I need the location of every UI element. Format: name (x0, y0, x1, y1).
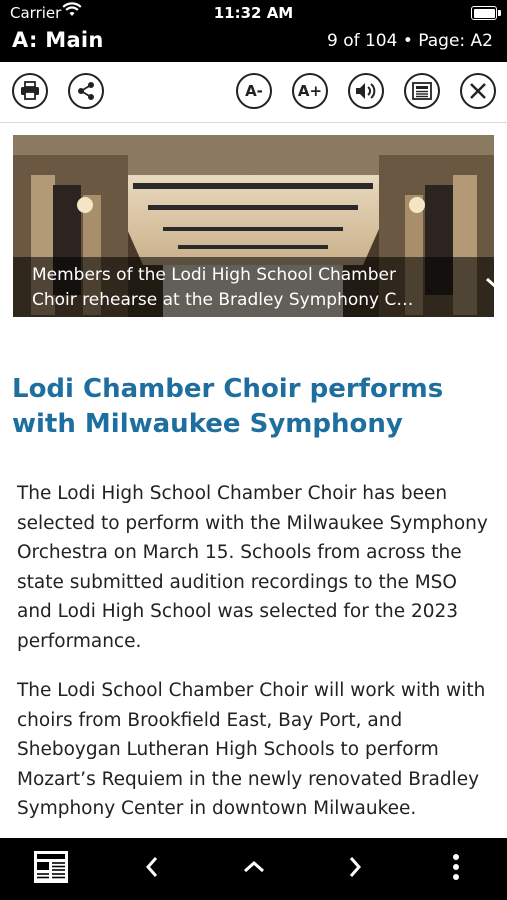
photo-caption[interactable]: Members of the Lodi High School Chamber … (13, 257, 494, 317)
page-info: 9 of 104 • Page: A2 (326, 31, 493, 51)
previous-article-button[interactable] (129, 846, 175, 892)
chevron-up-icon (242, 859, 266, 879)
article-paragraph: The Lodi High School Chamber Choir has b… (17, 483, 488, 652)
close-button[interactable] (460, 73, 496, 109)
article-toolbar: A- A+ (0, 62, 507, 123)
more-vertical-icon (452, 853, 460, 885)
font-decrease-label: A- (245, 82, 263, 100)
newspaper-icon (412, 82, 432, 100)
audio-button[interactable] (348, 73, 384, 109)
page-thumbnail-button[interactable] (28, 846, 74, 892)
printer-icon (19, 81, 41, 101)
status-bar: Carrier 11:32 AM (0, 0, 507, 26)
photo-caption-line-2: Choir rehearse at the Bradley Symphony C… (32, 290, 414, 310)
next-article-button[interactable] (332, 846, 378, 892)
font-increase-label: A+ (297, 82, 323, 100)
top-bar: Carrier 11:32 AM A: Main 9 of 104 • Page… (0, 0, 507, 62)
font-decrease-button[interactable]: A- (236, 73, 272, 109)
battery-icon (471, 6, 501, 20)
article-paragraph: The Lodi School Chamber Choir will work … (17, 680, 486, 819)
page-view-button[interactable] (404, 73, 440, 109)
bottom-nav-bar (0, 838, 507, 900)
photo-caption-line-1: Members of the Lodi High School Chamber (32, 265, 396, 285)
up-button[interactable] (231, 846, 277, 892)
share-icon (75, 80, 97, 102)
share-button[interactable] (68, 73, 104, 109)
print-button[interactable] (12, 73, 48, 109)
article-headline: Lodi Chamber Choir performs with Milwauk… (12, 374, 444, 439)
status-time: 11:32 AM (213, 4, 294, 22)
more-options-button[interactable] (433, 846, 479, 892)
chevron-left-icon (144, 855, 160, 883)
font-increase-button[interactable]: A+ (292, 73, 328, 109)
close-icon (469, 82, 487, 100)
chevron-right-icon (347, 855, 363, 883)
section-title[interactable]: A: Main (12, 28, 104, 52)
article-photo[interactable]: Members of the Lodi High School Chamber … (13, 135, 494, 317)
page-thumbnail-icon (33, 850, 69, 888)
speaker-icon (354, 81, 378, 101)
